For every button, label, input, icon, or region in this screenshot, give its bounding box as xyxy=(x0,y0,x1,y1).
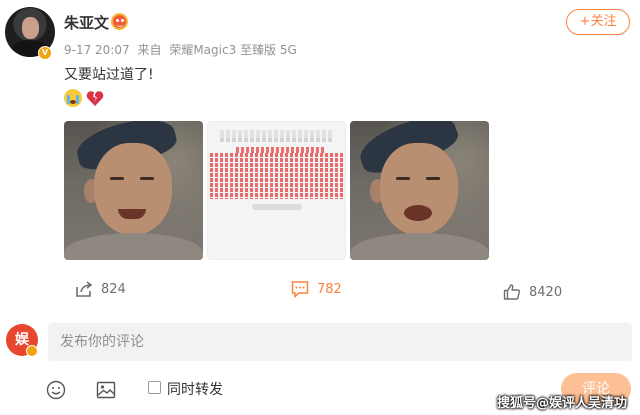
photo-eye xyxy=(396,177,410,180)
vip-emoji-icon xyxy=(111,13,128,30)
post-date[interactable]: 9-17 20:07 xyxy=(64,43,130,57)
photo-eye xyxy=(426,177,440,180)
repost-checkbox[interactable] xyxy=(148,381,161,394)
comment-count: 782 xyxy=(317,281,342,297)
source-prefix: 来自 xyxy=(137,43,162,57)
author-name[interactable]: 朱亚文 xyxy=(64,12,109,33)
comment-button[interactable]: 782 xyxy=(291,279,342,299)
watermark-text: 搜狐号@娱评人吴清功 xyxy=(497,396,628,411)
image-upload-icon[interactable] xyxy=(96,380,116,400)
photo-eye xyxy=(110,177,124,180)
seat-map-grid xyxy=(210,153,344,199)
photo-eye xyxy=(140,177,154,180)
crying-face-icon xyxy=(64,89,82,107)
seat-map-header-row xyxy=(220,138,334,142)
photo-head xyxy=(380,143,458,235)
post-device: 荣耀Magic3 至臻版 5G xyxy=(169,43,297,57)
share-icon xyxy=(76,281,93,297)
thumbs-up-icon xyxy=(503,284,521,300)
post-image-1[interactable] xyxy=(64,121,203,260)
post-image-2[interactable] xyxy=(207,121,346,260)
user-verified-badge-icon xyxy=(26,345,38,357)
seat-map-caption xyxy=(252,204,302,210)
photo-head xyxy=(94,143,172,235)
avatar-face xyxy=(22,17,39,39)
comment-icon xyxy=(291,281,309,298)
post-meta: 9-17 20:07 来自 荣耀Magic3 至臻版 5G xyxy=(64,41,301,58)
comment-input[interactable] xyxy=(48,323,632,361)
like-count: 8420 xyxy=(529,284,563,300)
emoji-icon[interactable] xyxy=(46,380,66,400)
verified-badge-icon: V xyxy=(38,46,52,60)
like-button[interactable]: 8420 xyxy=(503,282,562,302)
repost-label[interactable]: 同时转发 xyxy=(167,379,223,399)
share-count: 824 xyxy=(101,281,126,297)
follow-button[interactable]: +关注 xyxy=(566,9,630,35)
post-image-3[interactable] xyxy=(350,121,489,260)
broken-heart-icon xyxy=(86,91,104,106)
photo-mouth xyxy=(404,205,432,221)
post-text: 又要站过道了! xyxy=(64,67,154,83)
seat-map-divider xyxy=(210,199,344,201)
share-button[interactable]: 824 xyxy=(75,279,126,299)
